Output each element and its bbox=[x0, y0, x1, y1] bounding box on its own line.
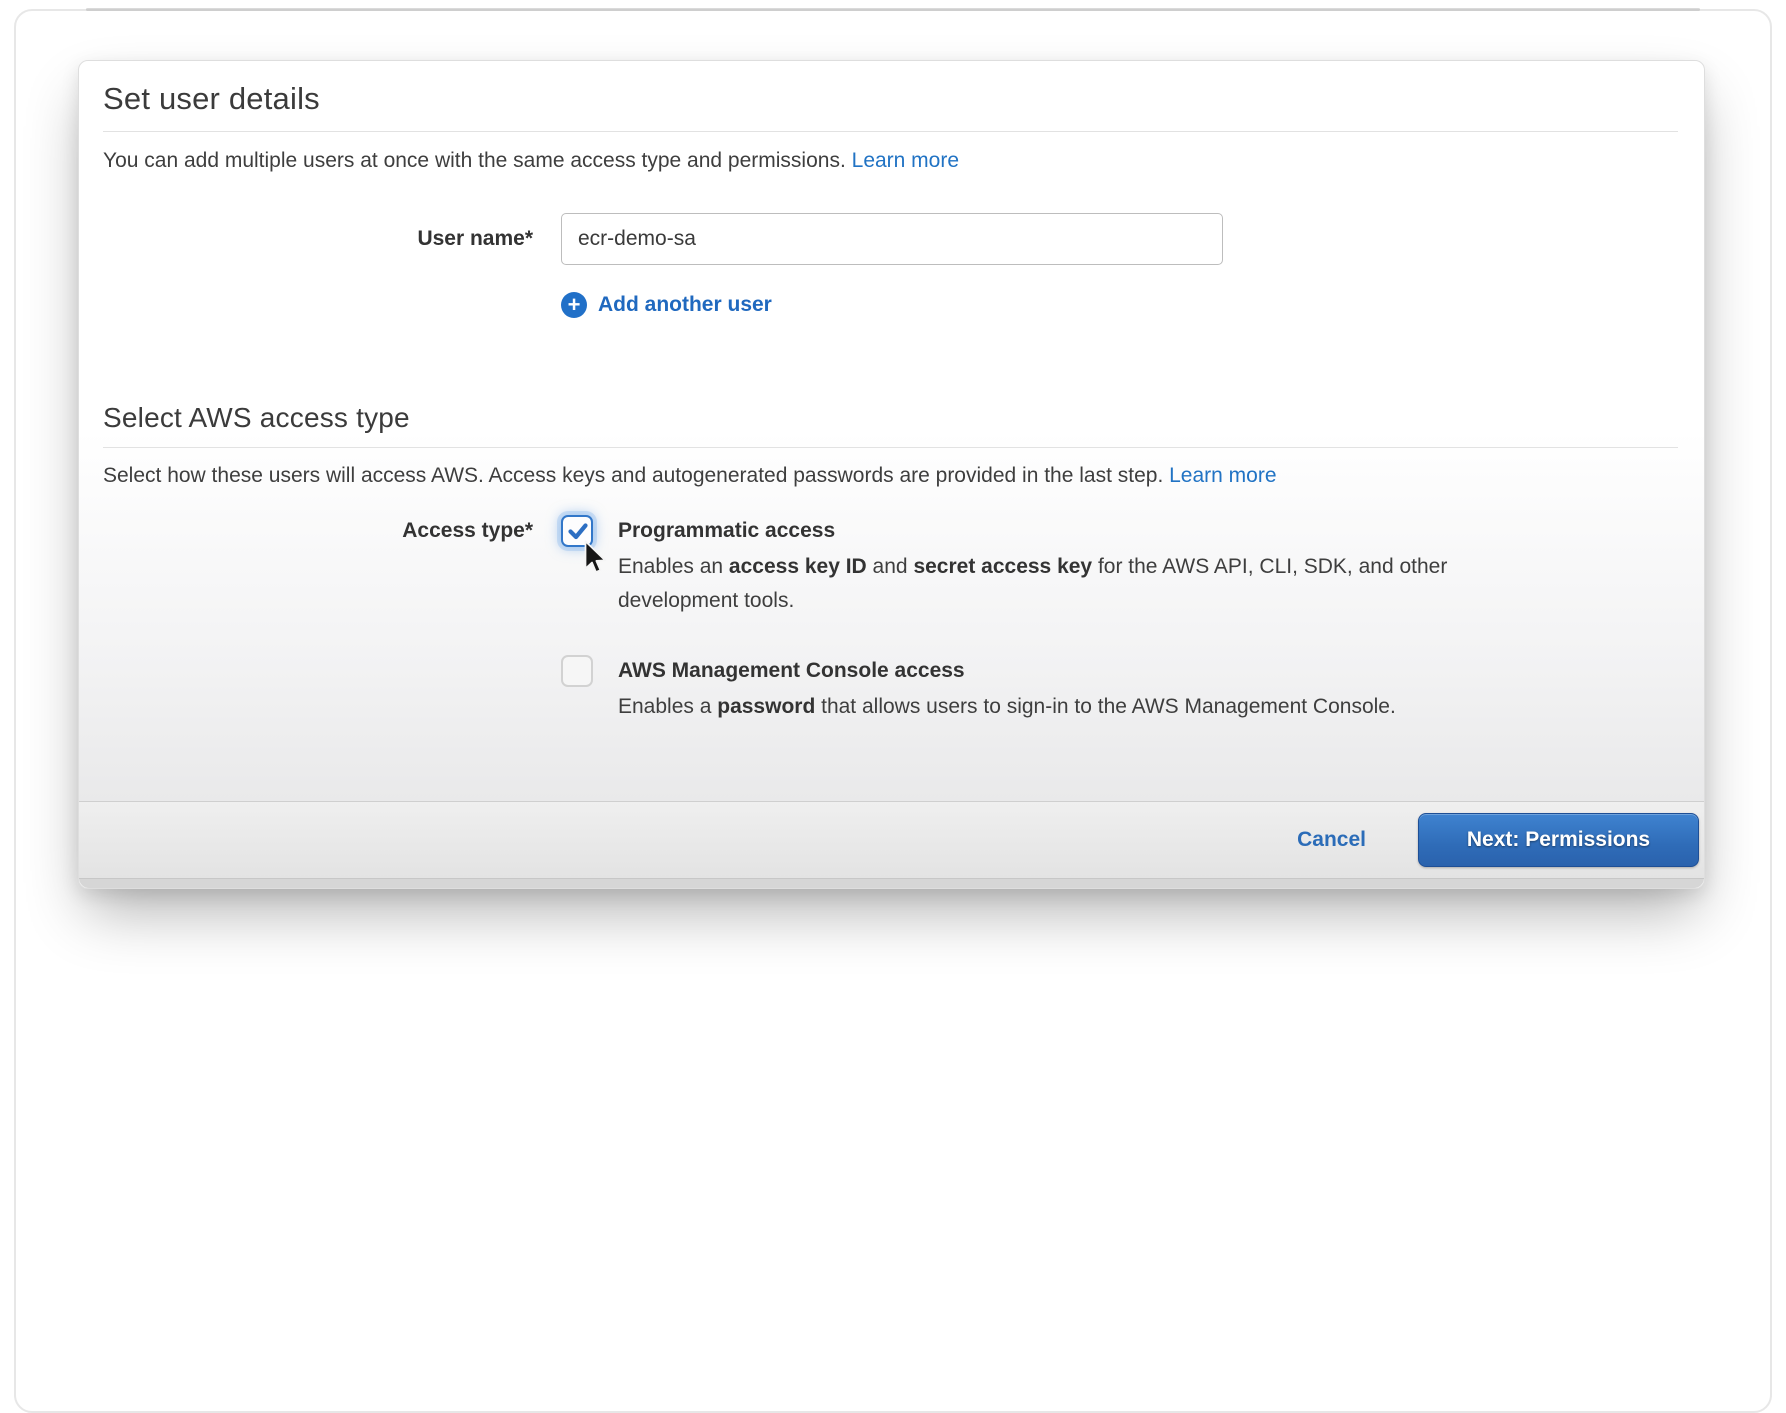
user-name-row: User name* bbox=[103, 213, 1678, 265]
desc-part: Enables a bbox=[618, 695, 717, 718]
wizard-footer: Cancel Next: Permissions bbox=[79, 801, 1704, 878]
panel-body: Set user details You can add multiple us… bbox=[79, 61, 1704, 801]
check-icon bbox=[566, 519, 590, 543]
programmatic-access-description: Enables an access key ID and secret acce… bbox=[618, 550, 1453, 618]
panel-bottom-strip bbox=[79, 878, 1704, 888]
programmatic-access-title: Programmatic access bbox=[618, 514, 1453, 547]
next-permissions-button[interactable]: Next: Permissions bbox=[1418, 813, 1699, 867]
page: { "header": { "title": "Set user details… bbox=[0, 0, 1786, 974]
programmatic-access-text: Programmatic access Enables an access ke… bbox=[618, 514, 1453, 618]
desc-part: Enables an bbox=[618, 555, 729, 578]
plus-icon: + bbox=[561, 292, 587, 318]
programmatic-access-checkbox[interactable] bbox=[561, 515, 593, 547]
desc-part: that allows users to sign-in to the AWS … bbox=[815, 695, 1396, 718]
desc-part-bold: access key ID bbox=[729, 555, 867, 578]
desc-part-bold: password bbox=[717, 695, 815, 718]
set-user-details-panel: Set user details You can add multiple us… bbox=[78, 60, 1705, 889]
access-type-label: Access type* bbox=[103, 514, 533, 724]
user-name-input[interactable] bbox=[561, 213, 1223, 265]
add-another-user-link[interactable]: + Add another user bbox=[561, 292, 772, 318]
access-type-options: Programmatic access Enables an access ke… bbox=[561, 514, 1453, 724]
access-intro-body: Select how these users will access AWS. … bbox=[103, 464, 1169, 487]
window-top-edge bbox=[86, 8, 1700, 11]
add-another-user-label: Add another user bbox=[598, 293, 772, 317]
access-intro-text: Select how these users will access AWS. … bbox=[103, 461, 1678, 491]
section-divider bbox=[103, 447, 1678, 448]
desc-part: and bbox=[867, 555, 914, 578]
access-type-section: Select AWS access type Select how these … bbox=[103, 402, 1678, 724]
intro-text-body: You can add multiple users at once with … bbox=[103, 149, 852, 172]
learn-more-link-access[interactable]: Learn more bbox=[1169, 464, 1276, 487]
intro-text: You can add multiple users at once with … bbox=[103, 146, 1678, 176]
section-title: Select AWS access type bbox=[103, 402, 1678, 434]
access-type-row: Access type* Programmatic access Enables… bbox=[103, 514, 1678, 724]
learn-more-link-users[interactable]: Learn more bbox=[852, 149, 959, 172]
page-title: Set user details bbox=[103, 79, 1678, 117]
console-access-checkbox[interactable] bbox=[561, 655, 593, 687]
title-divider bbox=[103, 131, 1678, 132]
desc-part-bold: secret access key bbox=[913, 555, 1092, 578]
cancel-button[interactable]: Cancel bbox=[1297, 828, 1366, 852]
console-access-description: Enables a password that allows users to … bbox=[618, 690, 1396, 724]
option-console-access: AWS Management Console access Enables a … bbox=[561, 654, 1453, 724]
user-name-label: User name* bbox=[103, 227, 533, 251]
option-programmatic-access: Programmatic access Enables an access ke… bbox=[561, 514, 1453, 618]
console-access-text: AWS Management Console access Enables a … bbox=[618, 654, 1396, 724]
console-access-title: AWS Management Console access bbox=[618, 654, 1396, 687]
